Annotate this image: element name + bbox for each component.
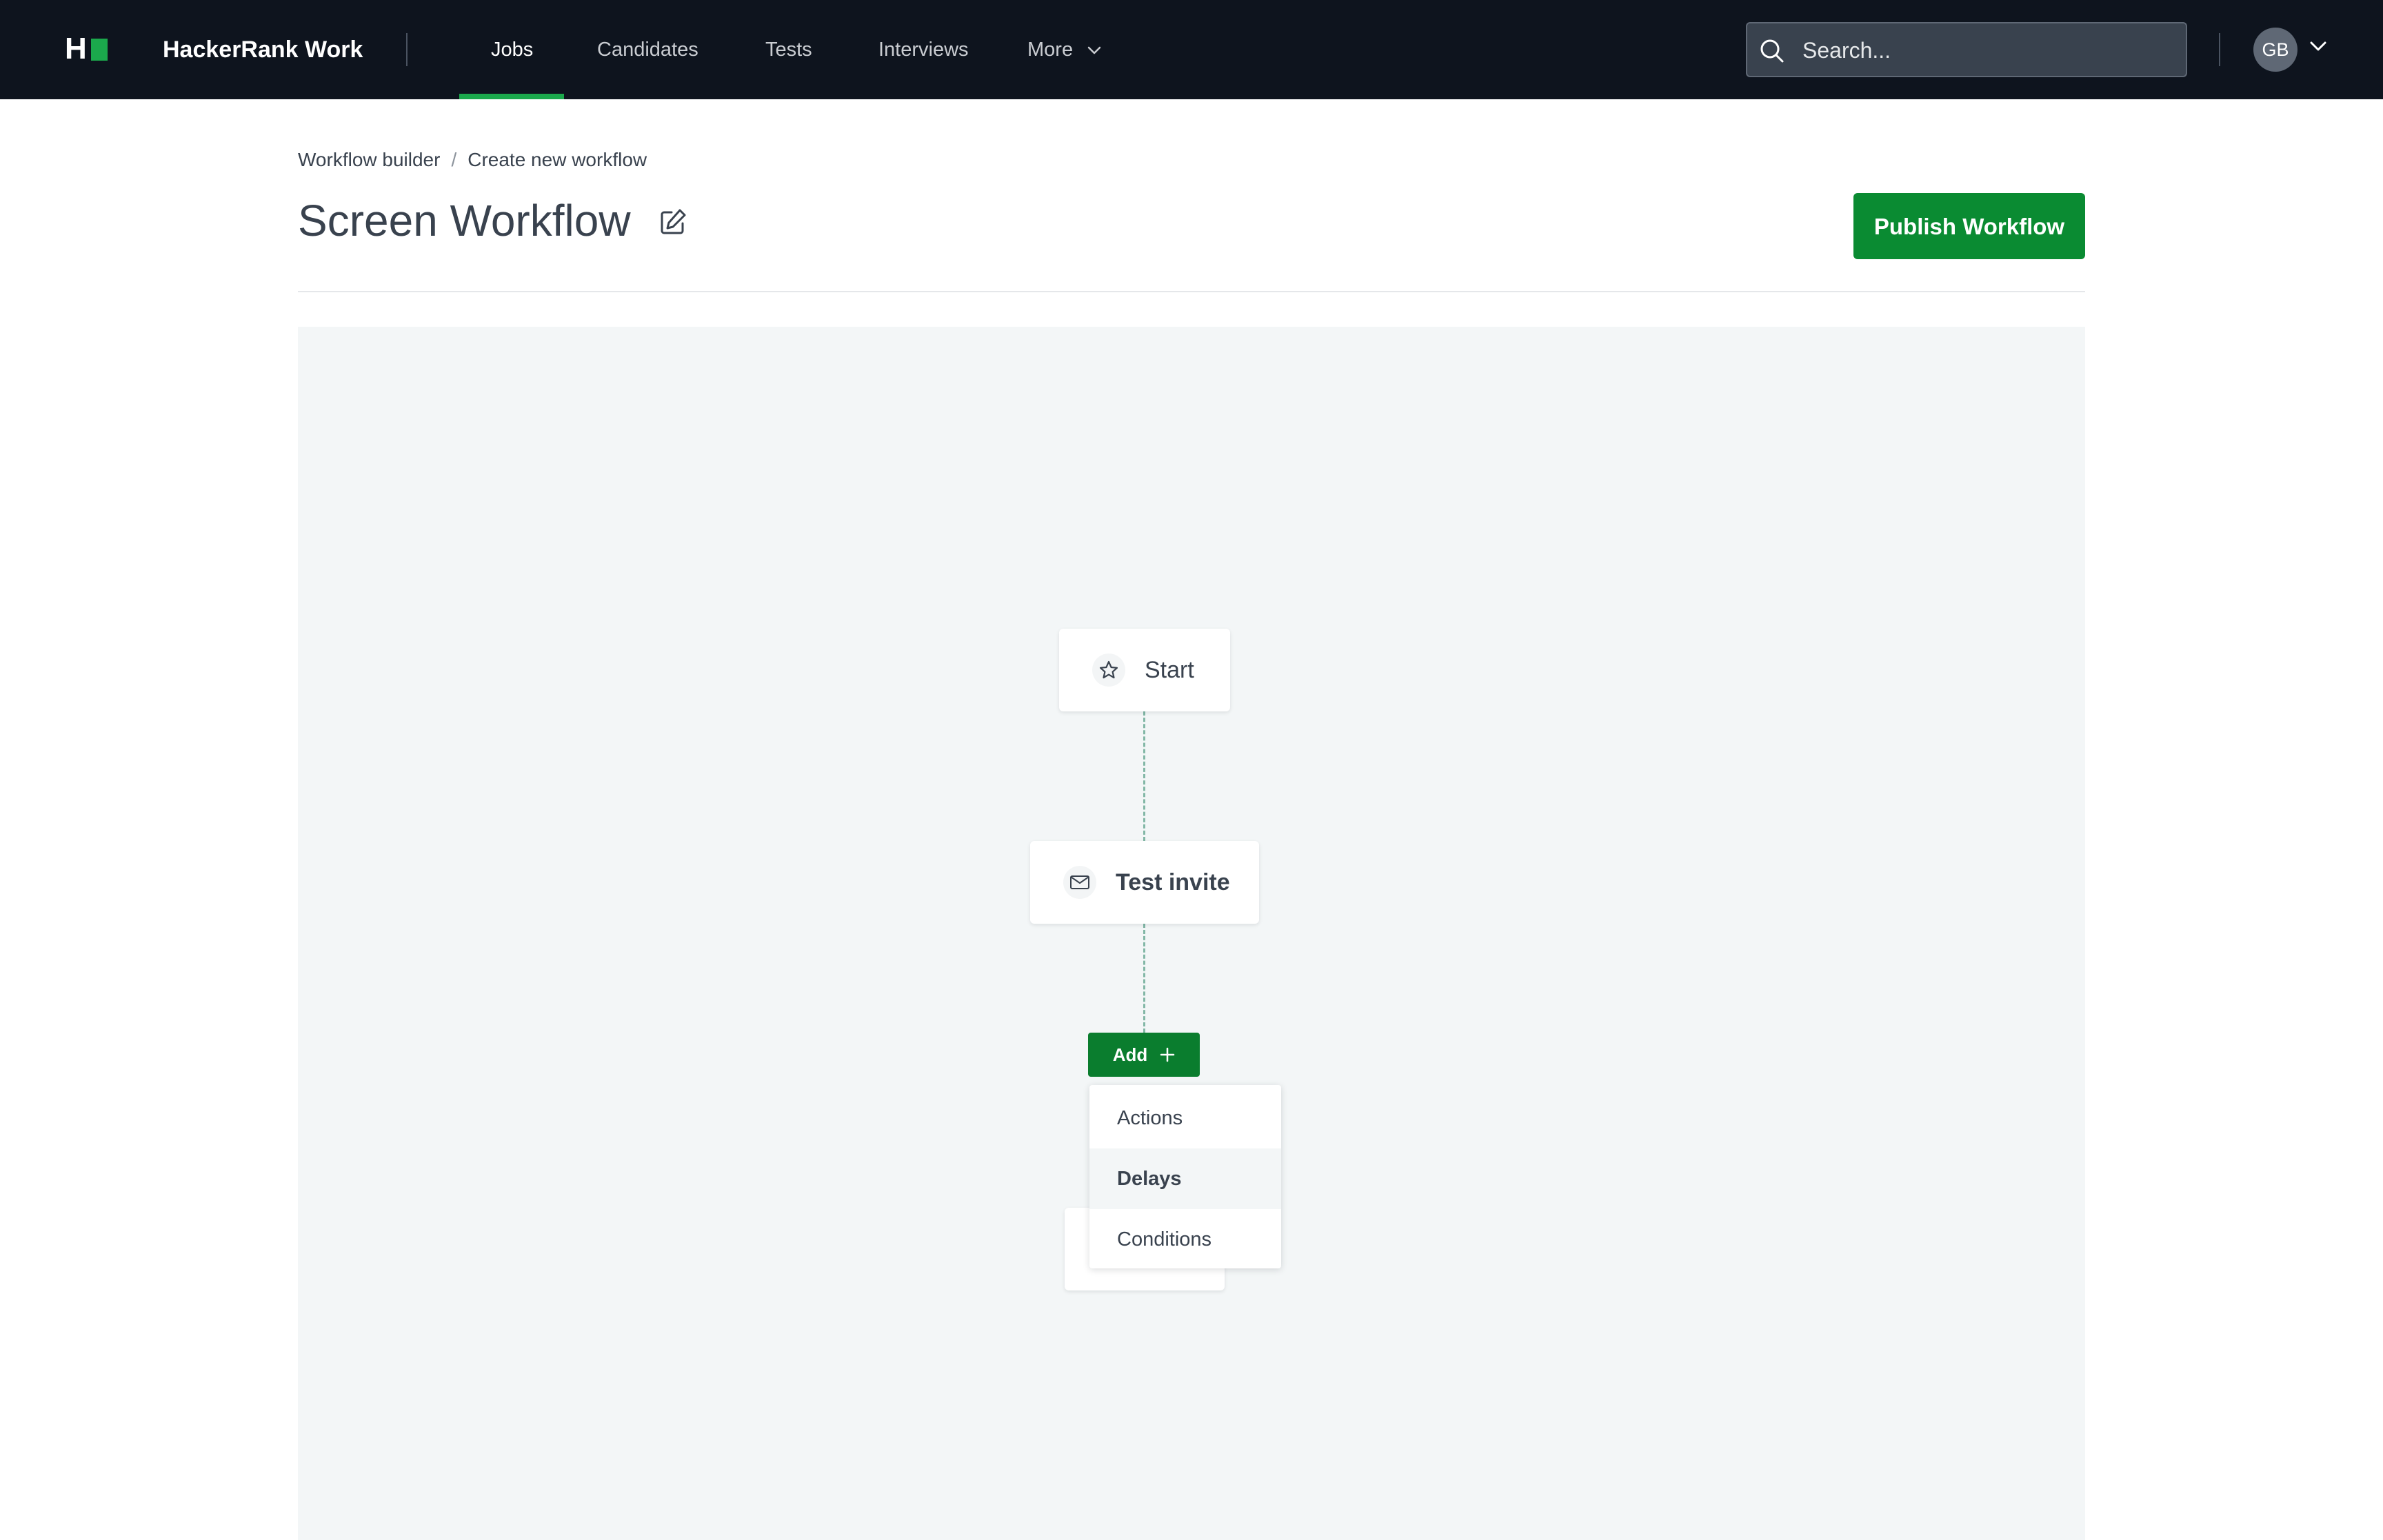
nav-item-candidates[interactable]: Candidates [597,34,698,65]
node-label: Start [1145,656,1194,683]
workflow-node-start[interactable]: Start [1059,629,1230,711]
add-step-menu: Actions Delays Conditions [1089,1085,1281,1268]
logo-green-block [91,39,108,61]
nav-divider [406,33,408,66]
nav-more-label: More [1027,39,1074,61]
brand-name[interactable]: HackerRank Work [163,34,363,65]
nav-item-jobs[interactable]: Jobs [491,34,533,65]
menu-item-conditions[interactable]: Conditions [1089,1209,1281,1270]
page-title: Screen Workflow [298,196,631,245]
breadcrumb-create-new-workflow: Create new workflow [467,149,647,170]
publish-workflow-button[interactable]: Publish Workflow [1853,193,2085,259]
workflow-canvas[interactable]: Start Test invite Add Actions Delays Con… [298,327,2085,1540]
search-input[interactable] [1801,34,2176,66]
breadcrumb-workflow-builder[interactable]: Workflow builder [298,149,440,170]
star-icon [1092,654,1125,687]
chevron-down-icon [1087,47,1101,54]
nav-item-tests[interactable]: Tests [765,34,812,65]
plus-icon [1160,1047,1175,1062]
menu-item-delays[interactable]: Delays [1089,1148,1281,1209]
nav-item-more[interactable]: More [1027,34,1102,65]
search-box[interactable] [1746,22,2187,77]
nav-divider-right [2219,33,2220,66]
mail-icon [1063,866,1096,899]
connector-line [1143,711,1145,841]
header-divider [298,291,2085,292]
nav-active-indicator [459,94,564,99]
connector-line [1143,924,1145,1033]
top-navigation-bar: H HackerRank Work Jobs Candidates Tests … [0,0,2383,99]
edit-icon[interactable] [658,207,688,237]
chevron-down-icon[interactable] [2309,40,2328,54]
add-label: Add [1112,1044,1148,1065]
avatar[interactable]: GB [2253,28,2297,72]
nav-item-interviews[interactable]: Interviews [878,34,969,65]
hackerrank-logo[interactable]: H [65,32,110,65]
breadcrumb-separator: / [451,149,457,170]
logo-letter: H [65,32,87,65]
node-label: Test invite [1116,869,1230,895]
breadcrumb: Workflow builder / Create new workflow [298,145,647,175]
search-icon [1760,39,1784,63]
menu-item-actions[interactable]: Actions [1089,1088,1281,1148]
add-step-button[interactable]: Add [1088,1033,1200,1077]
workflow-node-test-invite[interactable]: Test invite [1030,841,1259,924]
